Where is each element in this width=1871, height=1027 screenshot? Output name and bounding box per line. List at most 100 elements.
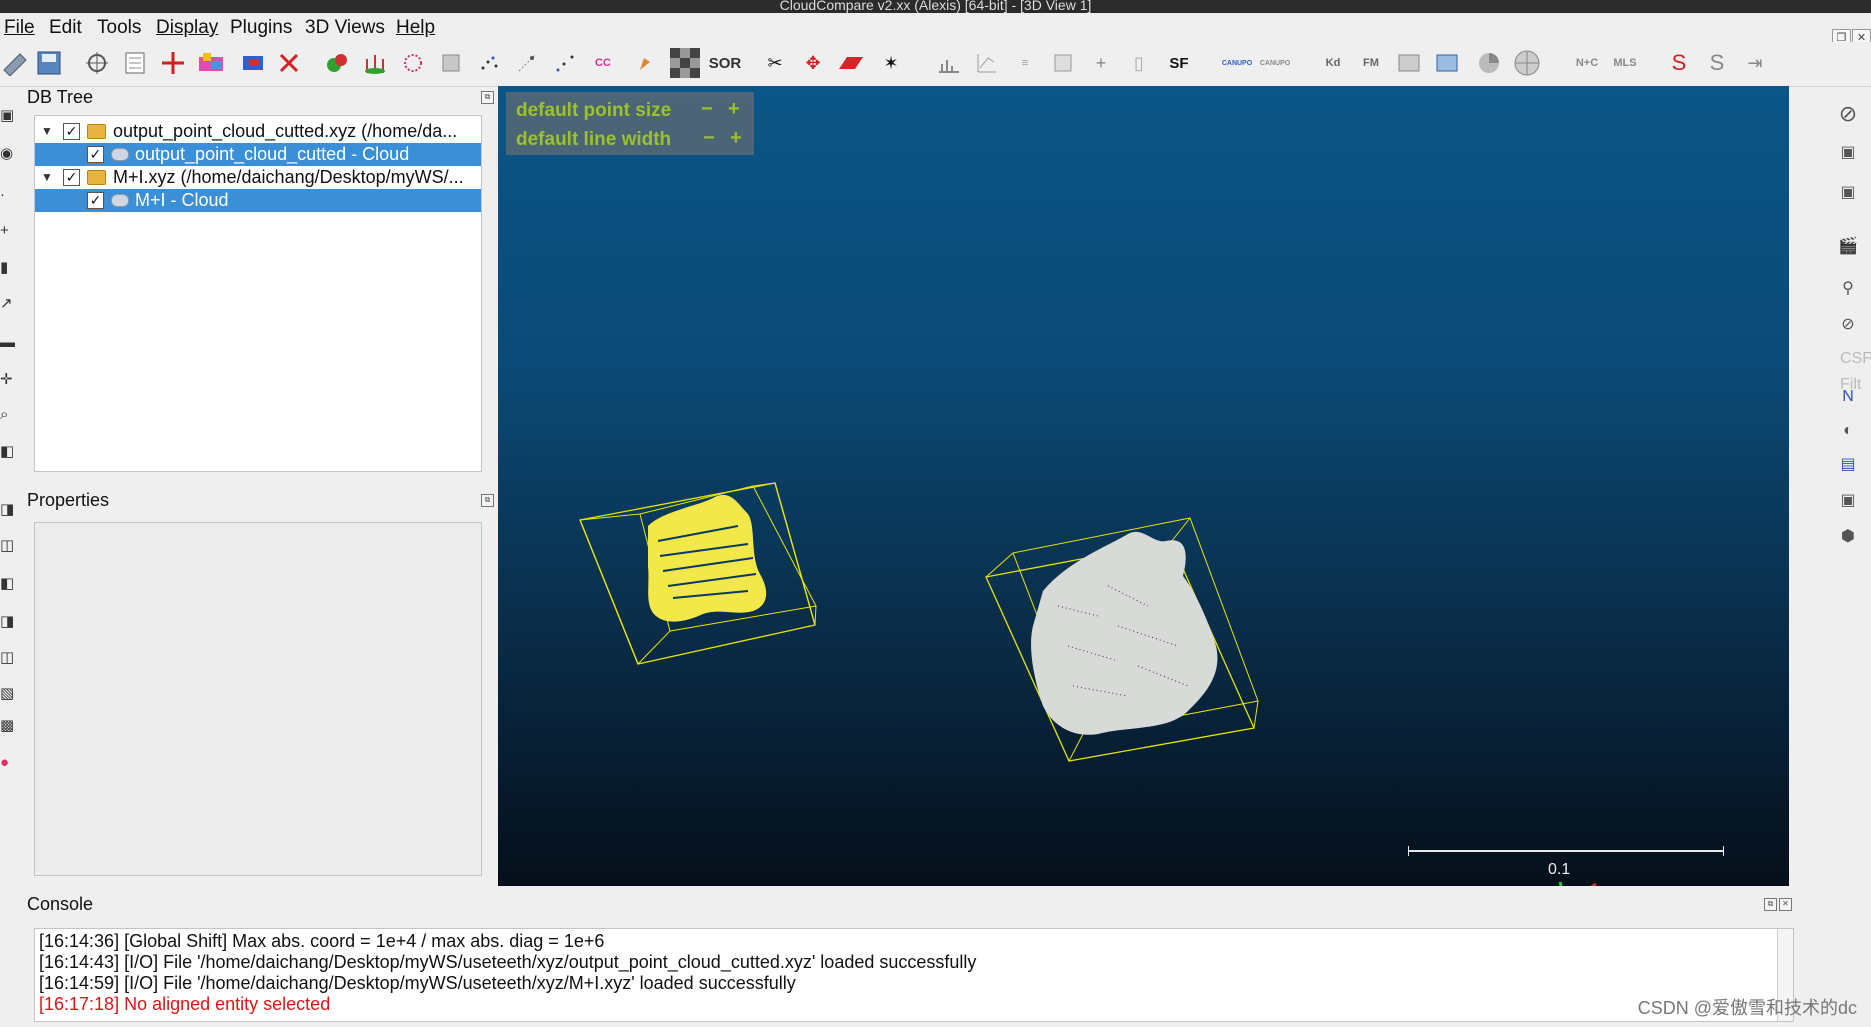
pcv-icon[interactable]: ▣ (1835, 488, 1861, 514)
paint-icon[interactable] (630, 48, 660, 78)
sf-icon[interactable] (82, 48, 112, 78)
menu-file[interactable]: File (4, 17, 35, 39)
normals-icon[interactable] (360, 48, 390, 78)
move-icon[interactable]: ✥ (798, 48, 828, 78)
compass-icon[interactable]: ⊘ (1835, 312, 1861, 338)
colors-icon[interactable] (196, 48, 226, 78)
s-line-icon[interactable]: S (1702, 48, 1732, 78)
label-icon[interactable]: · (0, 186, 18, 208)
menu-display[interactable]: Display (156, 17, 218, 39)
expand-icon[interactable]: ▼ (41, 166, 55, 189)
list-icon[interactable] (120, 48, 150, 78)
pin-icon[interactable]: ⚲ (1835, 276, 1861, 302)
front-view-icon[interactable]: ◧ (0, 442, 18, 464)
stats-icon[interactable] (972, 48, 1002, 78)
tree-row[interactable]: ✓ M+I - Cloud (35, 189, 481, 212)
iso-view-2-icon[interactable]: ◧ (0, 574, 18, 596)
s-icon[interactable]: S (1664, 48, 1694, 78)
console-log[interactable]: [16:14:36] [Global Shift] Max abs. coord… (34, 928, 1794, 1022)
point-size-plus-button[interactable]: + (728, 98, 740, 121)
kd-icon[interactable]: Kd (1318, 48, 1348, 78)
line-width-plus-button[interactable]: + (730, 127, 742, 150)
compute-icon[interactable] (1048, 48, 1078, 78)
line-width-minus-button[interactable]: − (703, 127, 715, 150)
menu-tools[interactable]: Tools (97, 17, 141, 39)
point-size-minus-button[interactable]: − (701, 98, 713, 121)
pivot-icon[interactable]: ✛ (0, 370, 18, 392)
left-view-icon[interactable]: ◨ (0, 612, 18, 634)
export-icon[interactable]: ⇥ (1740, 48, 1770, 78)
shp-icon[interactable] (1394, 48, 1424, 78)
clear-icon[interactable]: ▯ (1124, 48, 1154, 78)
scatter-icon[interactable] (512, 48, 542, 78)
noise-icon[interactable] (474, 48, 504, 78)
iso-view-1-icon[interactable]: ◫ (0, 536, 18, 558)
visibility-checkbox[interactable]: ✓ (87, 192, 104, 209)
sor-icon[interactable]: SOR (709, 48, 742, 78)
sed-icon[interactable]: ▣ (1835, 180, 1861, 206)
tree-row[interactable]: ▼ ✓ M+I.xyz (/home/daichang/Desktop/myWS… (35, 166, 481, 189)
north-icon[interactable]: N (1835, 384, 1861, 410)
menu-edit[interactable]: Edit (49, 17, 82, 39)
expand-icon[interactable]: ▼ (41, 120, 55, 143)
animation-icon[interactable]: 🎬 (1835, 234, 1861, 260)
dbtree-float-icon[interactable]: ⧉ (481, 91, 494, 104)
exchange-icon[interactable] (238, 48, 268, 78)
zoom-icon[interactable]: ⌕ (0, 406, 18, 428)
back-view-icon[interactable]: ▧ (0, 684, 18, 706)
scissors-icon[interactable]: ✂ (760, 48, 790, 78)
canupo-create-icon[interactable]: CANUPO (1222, 48, 1252, 78)
histogram-icon[interactable] (934, 48, 964, 78)
pointpick-icon[interactable]: ✶ (876, 48, 906, 78)
disable-icon[interactable]: ⊘ (1835, 101, 1861, 127)
tree-row[interactable]: ✓ output_point_cloud_cutted - Cloud (35, 143, 481, 166)
delete-icon[interactable] (274, 48, 304, 78)
plane-icon[interactable] (836, 48, 866, 78)
sample-icon[interactable] (398, 48, 428, 78)
m3c2-icon[interactable]: ▤ (1835, 452, 1861, 478)
merge-icon[interactable] (322, 48, 352, 78)
n-c-icon[interactable]: N+C (1572, 48, 1602, 78)
save-icon[interactable] (34, 48, 64, 78)
view-icon[interactable]: ▣ (0, 106, 18, 128)
console-close-icon[interactable]: ✕ (1779, 898, 1792, 911)
mls-icon[interactable]: MLS (1610, 48, 1640, 78)
tree-row[interactable]: ▼ ✓ output_point_cloud_cutted.xyz (/home… (35, 120, 481, 143)
visibility-checkbox[interactable]: ✓ (63, 169, 80, 186)
csf-filter-icon[interactable]: CSF Filt (1840, 346, 1871, 393)
menu-plugins[interactable]: Plugins (230, 17, 292, 39)
camera-icon[interactable]: ◉ (0, 144, 18, 166)
canupo-classify-icon[interactable]: CANUPO (1260, 48, 1290, 78)
shape-icon[interactable]: ⬢ (1835, 524, 1861, 550)
open-icon[interactable] (0, 48, 30, 78)
visibility-checkbox[interactable]: ✓ (63, 123, 80, 140)
cc-icon[interactable]: CC (588, 48, 618, 78)
properties-panel[interactable] (34, 522, 482, 876)
console-float-icon[interactable]: ⧉ (1764, 898, 1777, 911)
checker-icon[interactable] (670, 48, 700, 78)
sf-tools-icon[interactable]: SF (1164, 48, 1194, 78)
ortho-icon[interactable]: ▮ (0, 258, 18, 280)
menu-3d-views[interactable]: 3D Views (305, 17, 385, 39)
properties-float-icon[interactable]: ⧉ (481, 494, 494, 507)
sphere-icon[interactable] (1512, 48, 1542, 78)
subsample-icon[interactable] (436, 48, 466, 78)
fm-icon[interactable]: FM (1356, 48, 1386, 78)
menu-help[interactable]: Help (396, 17, 435, 39)
point-icon[interactable]: ● (0, 754, 18, 776)
3d-viewport[interactable]: default point size − + default line widt… (498, 86, 1789, 886)
hpr-icon[interactable]: ◐ (1835, 418, 1861, 444)
slab-icon[interactable]: ▬ (0, 334, 18, 356)
minmax-icon[interactable]: ≡ (1010, 48, 1040, 78)
db-tree[interactable]: ▼ ✓ output_point_cloud_cutted.xyz (/home… (34, 115, 482, 472)
bottom-view-icon[interactable]: ▩ (0, 716, 18, 738)
cross-tool-icon[interactable]: + (0, 222, 18, 244)
grid-icon[interactable] (550, 48, 580, 78)
col-icon[interactable]: ▣ (1835, 140, 1861, 166)
point-cloud-canvas[interactable] (498, 86, 1789, 886)
cloud-mi[interactable] (985, 517, 1259, 762)
visibility-checkbox[interactable]: ✓ (87, 146, 104, 163)
right-view-icon[interactable]: ◫ (0, 648, 18, 670)
csv-icon[interactable] (1432, 48, 1462, 78)
arrow-tool-icon[interactable]: ↗ (0, 294, 18, 316)
